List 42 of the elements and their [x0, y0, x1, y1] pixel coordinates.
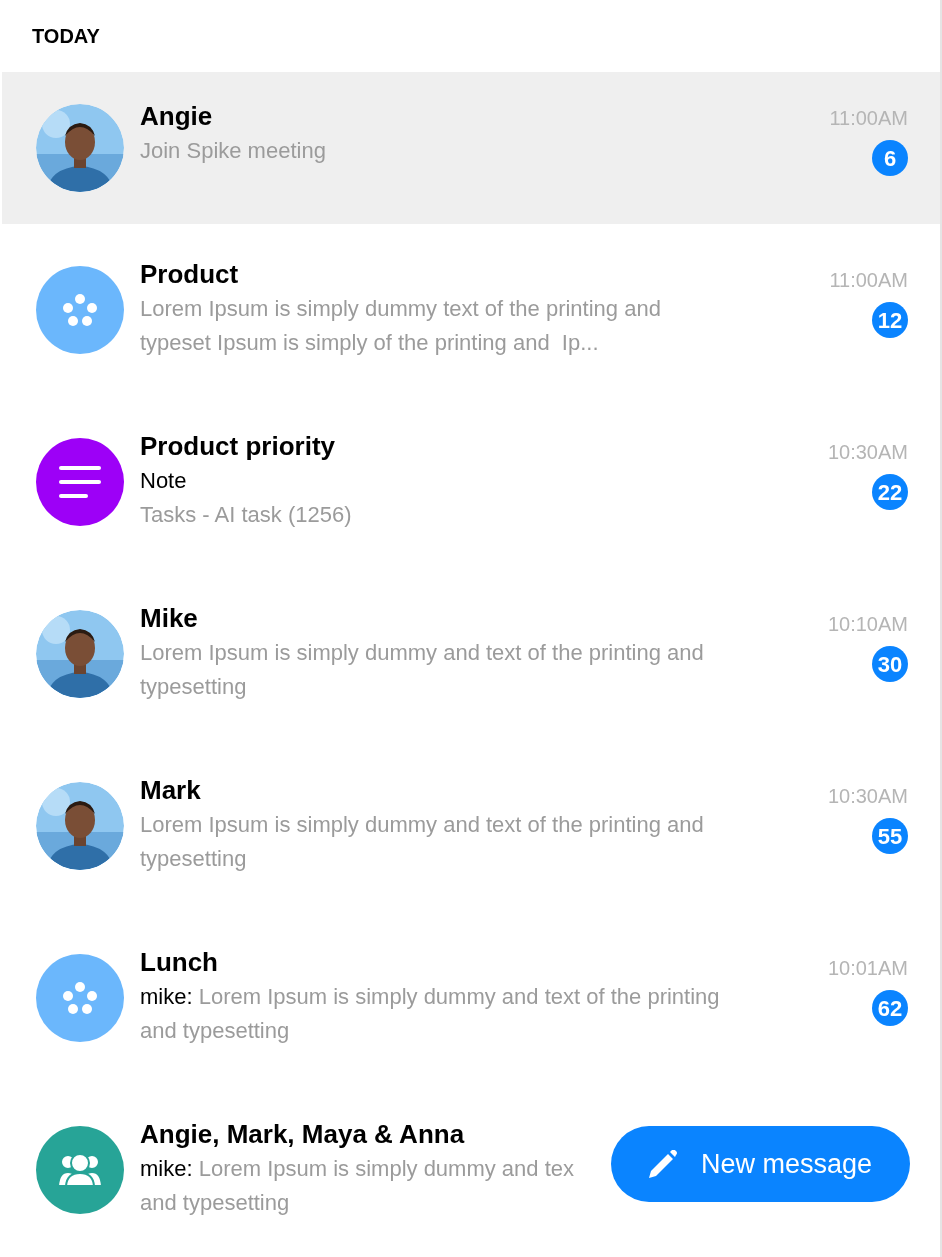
group-icon: [57, 1153, 103, 1187]
new-message-button[interactable]: New message: [611, 1126, 910, 1202]
section-title: TODAY: [32, 24, 100, 49]
message-preview: Lorem Ipsum is simply dummy and text of the printing and: [140, 812, 704, 837]
timestamp: 10:01AM: [827, 956, 908, 980]
conversation-name: Product priority: [140, 430, 336, 463]
note-label: Note: [140, 467, 188, 495]
message-preview: Lorem Ipsum is simply dummy text of the printing and: [140, 296, 661, 321]
lines-icon: [59, 465, 101, 499]
conversation-name: Mark: [140, 774, 202, 807]
conversation-name: Mike: [140, 602, 199, 635]
conversation-name: Product: [140, 258, 240, 291]
pencil-icon: [649, 1150, 677, 1178]
unread-count: 30: [872, 646, 908, 682]
conversation-name: Lunch: [140, 946, 219, 979]
dots-icon: [63, 982, 97, 1014]
timestamp: 10:10AM: [827, 612, 908, 636]
unread-count: 55: [872, 818, 908, 854]
message-preview: Join Spike meeting: [140, 138, 326, 163]
message-preview: Lorem Ipsum is simply dummy and text of the printing and: [140, 640, 704, 665]
sender-name: mike:: [140, 984, 193, 1009]
timestamp: 10:30AM: [827, 784, 908, 808]
conversation-name: Angie: [140, 100, 214, 133]
unread-count: 12: [872, 302, 908, 338]
timestamp: 11:00AM: [829, 106, 908, 130]
message-preview: typesetting: [140, 846, 247, 871]
timestamp: 11:00AM: [829, 268, 908, 292]
message-preview: Lorem Ipsum is simply dummy and text of the printing: [198, 984, 720, 1009]
message-preview: typeset Ipsum is simply of the printing and Ip...: [140, 330, 599, 355]
timestamp: 10:30AM: [827, 440, 908, 464]
message-preview: and typesetting: [140, 1018, 290, 1043]
message-preview: Lorem Ipsum is simply dummy and tex: [198, 1156, 575, 1181]
message-preview: typesetting: [140, 674, 247, 699]
message-preview: Tasks - AI task (1256): [140, 502, 352, 527]
conversation-name: Angie, Mark, Maya & Anna: [140, 1118, 466, 1151]
conversation-row[interactable]: Angie Join Spike meeting 11:00AM 6: [2, 72, 940, 224]
unread-count: 6: [872, 140, 908, 176]
unread-count: 22: [872, 474, 908, 510]
unread-count: 62: [872, 990, 908, 1026]
sender-name: mike:: [140, 1156, 193, 1181]
message-preview: and typesetting: [140, 1190, 290, 1215]
dots-icon: [63, 294, 97, 326]
